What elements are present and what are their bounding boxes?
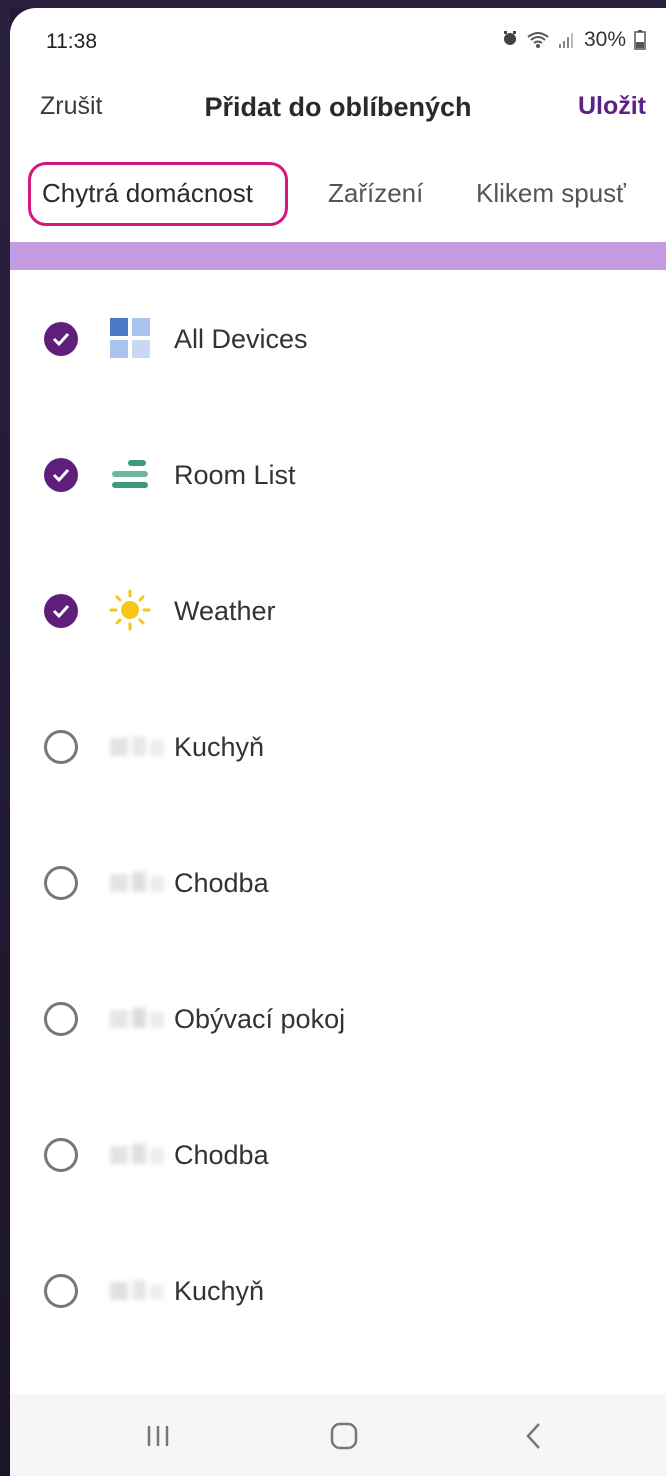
header: Zrušit Přidat do oblíbených Uložit (10, 72, 666, 144)
frame-left (0, 0, 10, 1476)
status-bar: 11:38 30% (10, 8, 666, 72)
weather-sun-icon (108, 588, 152, 632)
unchecked-icon[interactable] (44, 1138, 78, 1172)
recent-apps-icon (147, 1426, 169, 1446)
blurred-room-icon (108, 860, 164, 904)
list-item-label: Obývací pokoj (174, 1004, 346, 1034)
all-devices-icon (108, 316, 152, 360)
blurred-room-icon (108, 996, 164, 1040)
battery-percent: 30% (583, 28, 626, 51)
back-button[interactable] (514, 1416, 554, 1456)
status-time: 11:38 (46, 30, 97, 53)
tab-one-click[interactable]: Klikem spusť (476, 178, 626, 209)
list-item-kitchen[interactable]: Kuchyň (10, 678, 666, 814)
list-item-kitchen-2[interactable]: Kuchyň (10, 1222, 666, 1358)
tab-indicator-bar (10, 242, 666, 270)
favorites-list: All Devices Room List Weather Kuchyň Cho… (10, 270, 666, 1358)
save-button[interactable]: Uložit (578, 92, 646, 121)
frame-top (0, 0, 666, 8)
unchecked-icon[interactable] (44, 1274, 78, 1308)
room-list-icon (108, 452, 152, 496)
list-item-weather[interactable]: Weather (10, 542, 666, 678)
tab-devices[interactable]: Zařízení (328, 178, 423, 209)
signal-icon (558, 31, 576, 49)
unchecked-icon[interactable] (44, 730, 78, 764)
list-item-room-list[interactable]: Room List (10, 406, 666, 542)
list-item-label: Chodba (174, 1140, 269, 1170)
unchecked-icon[interactable] (44, 1002, 78, 1036)
battery-icon (634, 30, 646, 50)
list-item-living-room[interactable]: Obývací pokoj (10, 950, 666, 1086)
phone-screen: 11:38 30% Zrušit Přidat do oblíbených Ul… (10, 8, 666, 1476)
list-item-label: Room List (174, 460, 296, 490)
system-nav-bar (10, 1394, 666, 1476)
tab-bar: Chytrá domácnost Zařízení Klikem spusť (10, 158, 666, 238)
blurred-room-icon (108, 1268, 164, 1312)
recent-apps-button[interactable] (138, 1416, 178, 1456)
back-chevron-icon (526, 1423, 540, 1449)
list-item-hallway-2[interactable]: Chodba (10, 1086, 666, 1222)
list-item-all-devices[interactable]: All Devices (10, 270, 666, 406)
checked-icon[interactable] (44, 594, 78, 628)
blurred-room-icon (108, 724, 164, 768)
checked-icon[interactable] (44, 458, 78, 492)
list-item-hallway[interactable]: Chodba (10, 814, 666, 950)
blurred-room-icon (108, 1132, 164, 1176)
home-button[interactable] (324, 1416, 364, 1456)
unchecked-icon[interactable] (44, 866, 78, 900)
tab-smart-home[interactable]: Chytrá domácnost (42, 178, 253, 209)
wifi-icon (526, 31, 550, 49)
list-item-label: Weather (174, 596, 276, 626)
checked-icon[interactable] (44, 322, 78, 356)
list-item-label: Chodba (174, 868, 269, 898)
list-item-label: All Devices (174, 324, 308, 354)
alarm-icon (502, 28, 518, 52)
home-icon (330, 1422, 358, 1450)
list-item-label: Kuchyň (174, 732, 265, 762)
page-title: Přidat do oblíbených (204, 92, 472, 122)
list-item-label: Kuchyň (174, 1276, 265, 1306)
status-icons: 30% (502, 28, 646, 52)
